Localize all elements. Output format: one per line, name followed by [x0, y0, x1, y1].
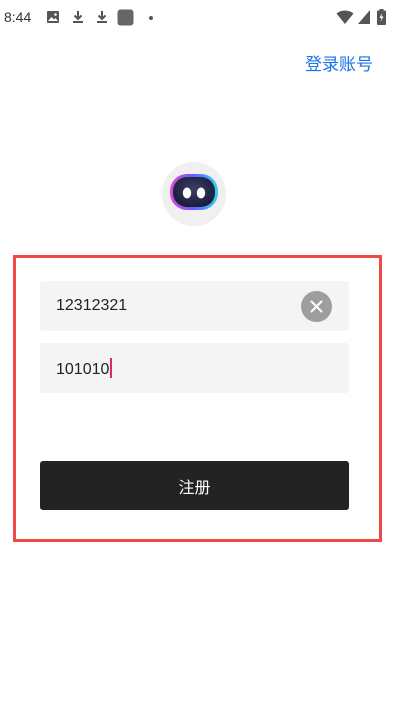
signal-icon	[358, 10, 370, 24]
status-bar: 8:44	[0, 0, 400, 36]
robot-face-icon	[170, 174, 218, 210]
wifi-icon	[336, 10, 354, 24]
close-icon	[310, 300, 323, 313]
text-cursor	[110, 358, 113, 378]
clear-input-button[interactable]	[301, 291, 332, 322]
account-field[interactable]	[40, 281, 349, 331]
account-input[interactable]	[56, 281, 286, 331]
more-notifications-dot	[149, 16, 153, 20]
login-account-link[interactable]: 登录账号	[305, 50, 373, 75]
battery-icon	[377, 9, 386, 25]
download-icon	[97, 11, 107, 23]
register-screen: 8:44 登录账号 12312321 101010 注册	[0, 0, 400, 728]
download-icon	[73, 11, 83, 23]
app-avatar	[162, 162, 226, 226]
register-button[interactable]: 注册	[40, 461, 349, 510]
app-square-icon	[117, 9, 134, 26]
password-value: 101010	[56, 361, 110, 378]
password-field[interactable]: 101010	[40, 343, 349, 393]
image-icon	[47, 11, 59, 23]
password-input-text[interactable]: 101010	[56, 358, 113, 379]
status-time: 8:44	[4, 9, 32, 25]
